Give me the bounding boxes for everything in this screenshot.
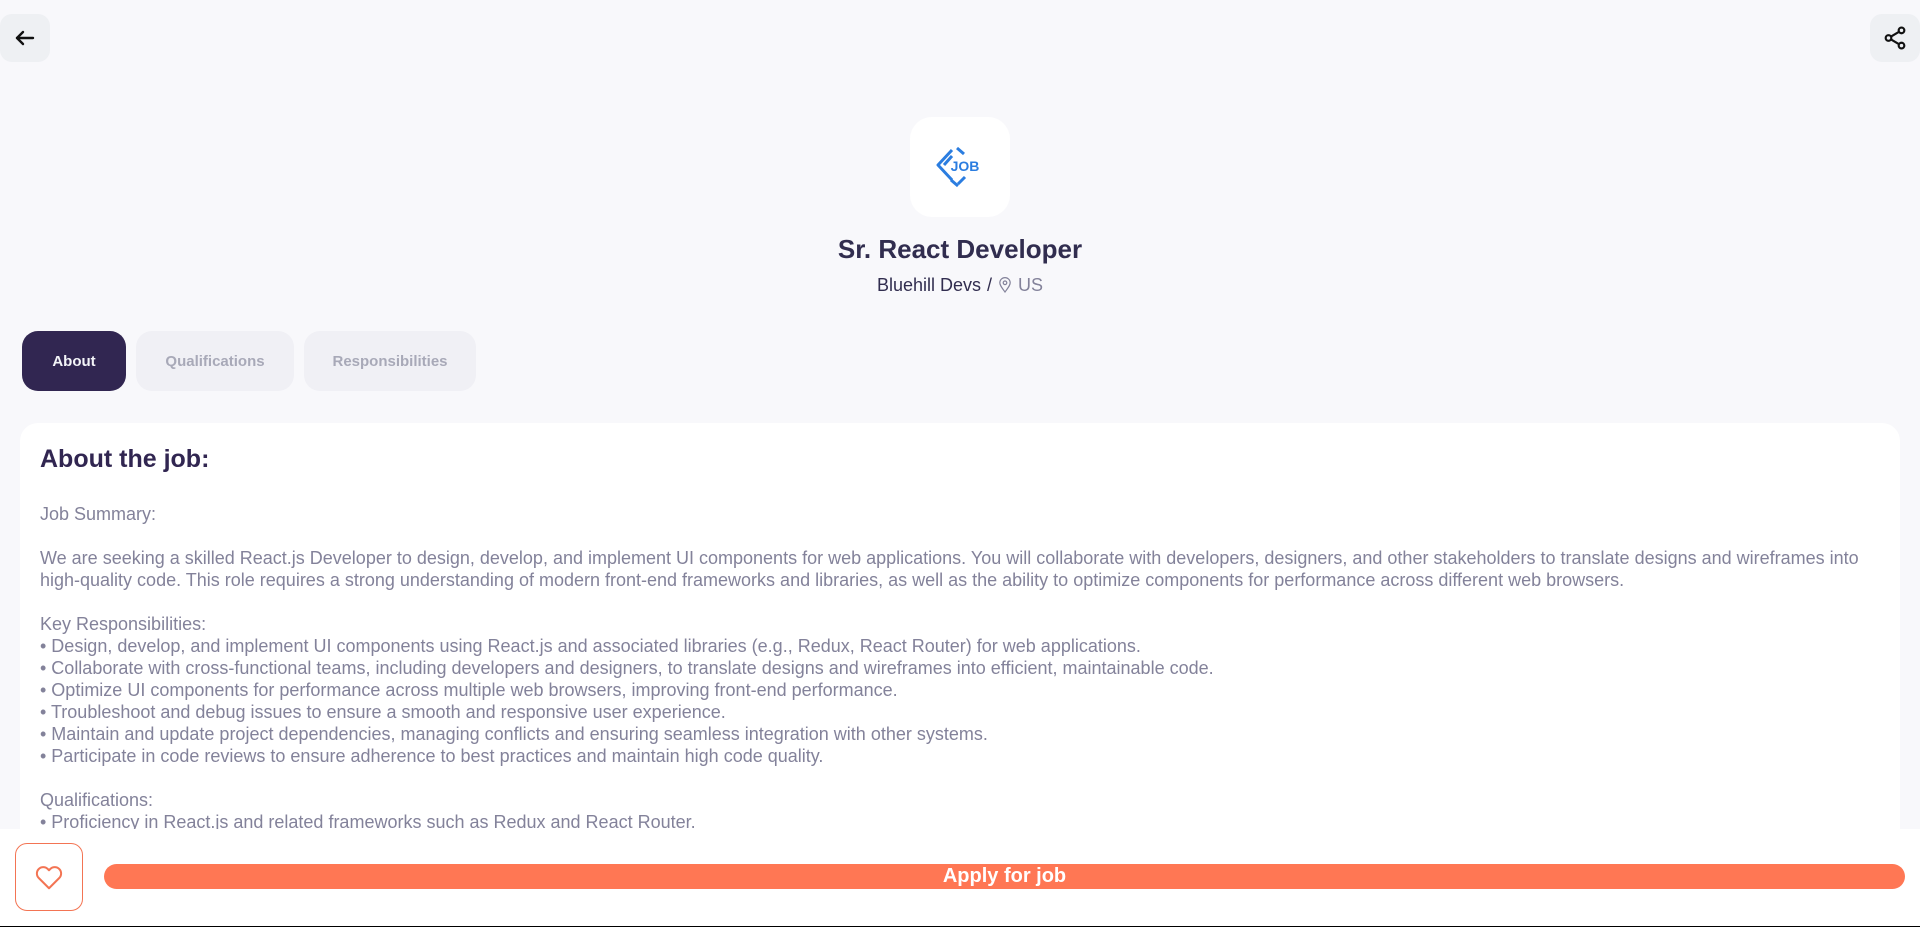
share-button[interactable] <box>1870 14 1920 62</box>
company-logo: JOB <box>910 117 1010 217</box>
arrow-left-icon <box>15 30 35 46</box>
company-info: Bluehill Devs / US <box>0 273 1920 297</box>
company-separator: / <box>987 275 993 295</box>
apply-button[interactable]: Apply for job <box>104 864 1905 889</box>
job-tabs: About Qualifications Responsibilities <box>22 331 476 391</box>
job-footer: Apply for job <box>0 829 1920 926</box>
back-button[interactable] <box>0 14 50 62</box>
like-button[interactable] <box>15 843 83 911</box>
share-icon <box>1884 26 1906 50</box>
job-location: US <box>998 273 1043 297</box>
map-pin-icon <box>999 277 1011 293</box>
company-logo-mark: JOB <box>936 146 980 188</box>
tab-responsibilities[interactable]: Responsibilities <box>304 331 476 391</box>
tab-qualifications[interactable]: Qualifications <box>136 331 294 391</box>
job-title: Sr. React Developer <box>837 234 1083 264</box>
about-section: About the job: Job Summary: We are seeki… <box>20 423 1900 843</box>
location-text: US <box>1018 275 1044 295</box>
about-heading: About the job: <box>40 445 210 473</box>
heart-icon <box>35 866 63 890</box>
about-body: Job Summary: We are seeking a skilled Re… <box>40 504 1859 832</box>
viewport: JOB Sr. React Developer Bluehill Devs / … <box>0 0 1920 927</box>
company-name: Bluehill Devs <box>876 275 981 295</box>
logo-text: JOB <box>951 158 980 174</box>
job-details-screen: JOB Sr. React Developer Bluehill Devs / … <box>0 0 1920 926</box>
tab-about[interactable]: About <box>22 331 126 391</box>
